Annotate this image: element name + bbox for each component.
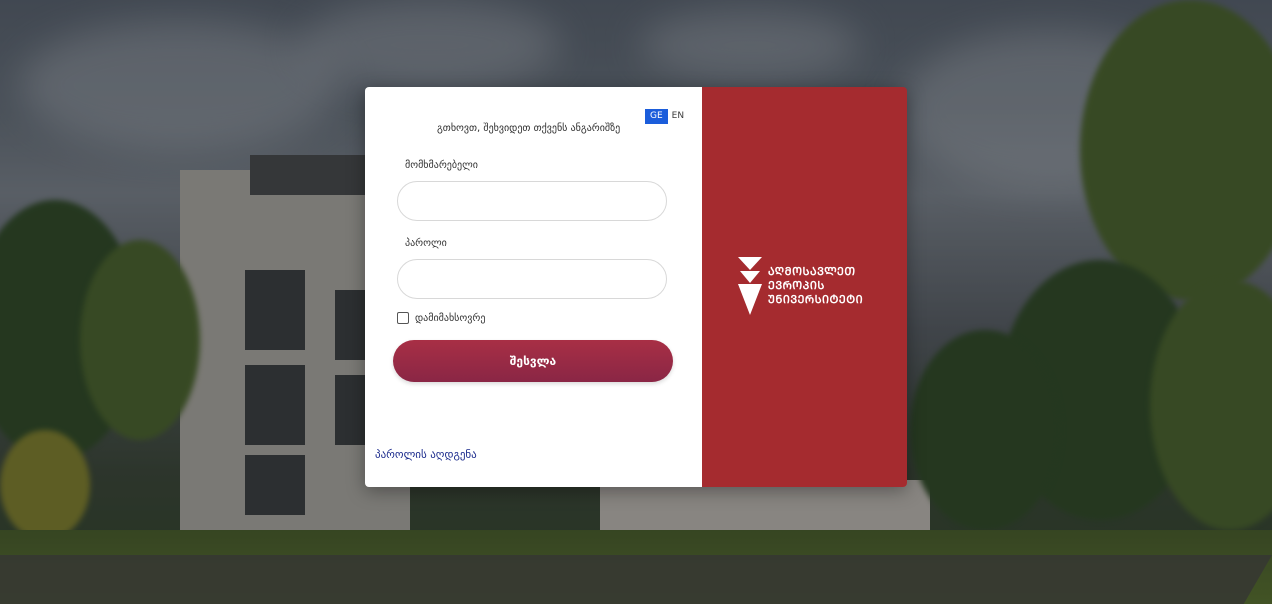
username-label: მომხმარებელი [405,160,478,171]
welcome-text: გთხოვთ, შეხვიდეთ თქვენს ანგარიშზე [437,123,621,134]
remember-me: დამიმახსოვრე [397,312,485,324]
brand-line-1: ᲐᲦᲛᲝᲡᲐᲕᲚᲔᲗ [768,265,856,278]
brand-line-3: ᲣᲜᲘᲕᲔᲠᲡᲘᲢᲔᲢᲘ [768,293,864,306]
login-form-panel: GE EN გთხოვთ, შეხვიდეთ თქვენს ანგარიშზე … [365,87,702,487]
brand-line-2: ᲔᲕᲠᲝᲞᲘᲡ [768,279,825,292]
remember-me-checkbox[interactable] [397,312,409,324]
password-input[interactable] [397,259,667,299]
login-card: GE EN გთხოვთ, შეხვიდეთ თქვენს ანგარიშზე … [365,87,907,487]
language-en-button[interactable]: EN [672,111,684,122]
password-recovery-link[interactable]: პაროლის აღდგენა [375,448,477,461]
university-logo: ᲐᲦᲛᲝᲡᲐᲕᲚᲔᲗ ᲔᲕᲠᲝᲞᲘᲡ ᲣᲜᲘᲕᲔᲠᲡᲘᲢᲔᲢᲘ [738,257,863,315]
brand-panel: ᲐᲦᲛᲝᲡᲐᲕᲚᲔᲗ ᲔᲕᲠᲝᲞᲘᲡ ᲣᲜᲘᲕᲔᲠᲡᲘᲢᲔᲢᲘ [702,87,907,487]
language-ge-button[interactable]: GE [645,109,668,124]
username-input[interactable] [397,181,667,221]
stacked-triangles-logo-icon [738,257,762,315]
password-label: პაროლი [405,238,447,249]
language-switcher: GE EN [645,109,684,124]
login-button[interactable]: შესვლა [393,340,673,382]
remember-me-label[interactable]: დამიმახსოვრე [415,313,485,324]
